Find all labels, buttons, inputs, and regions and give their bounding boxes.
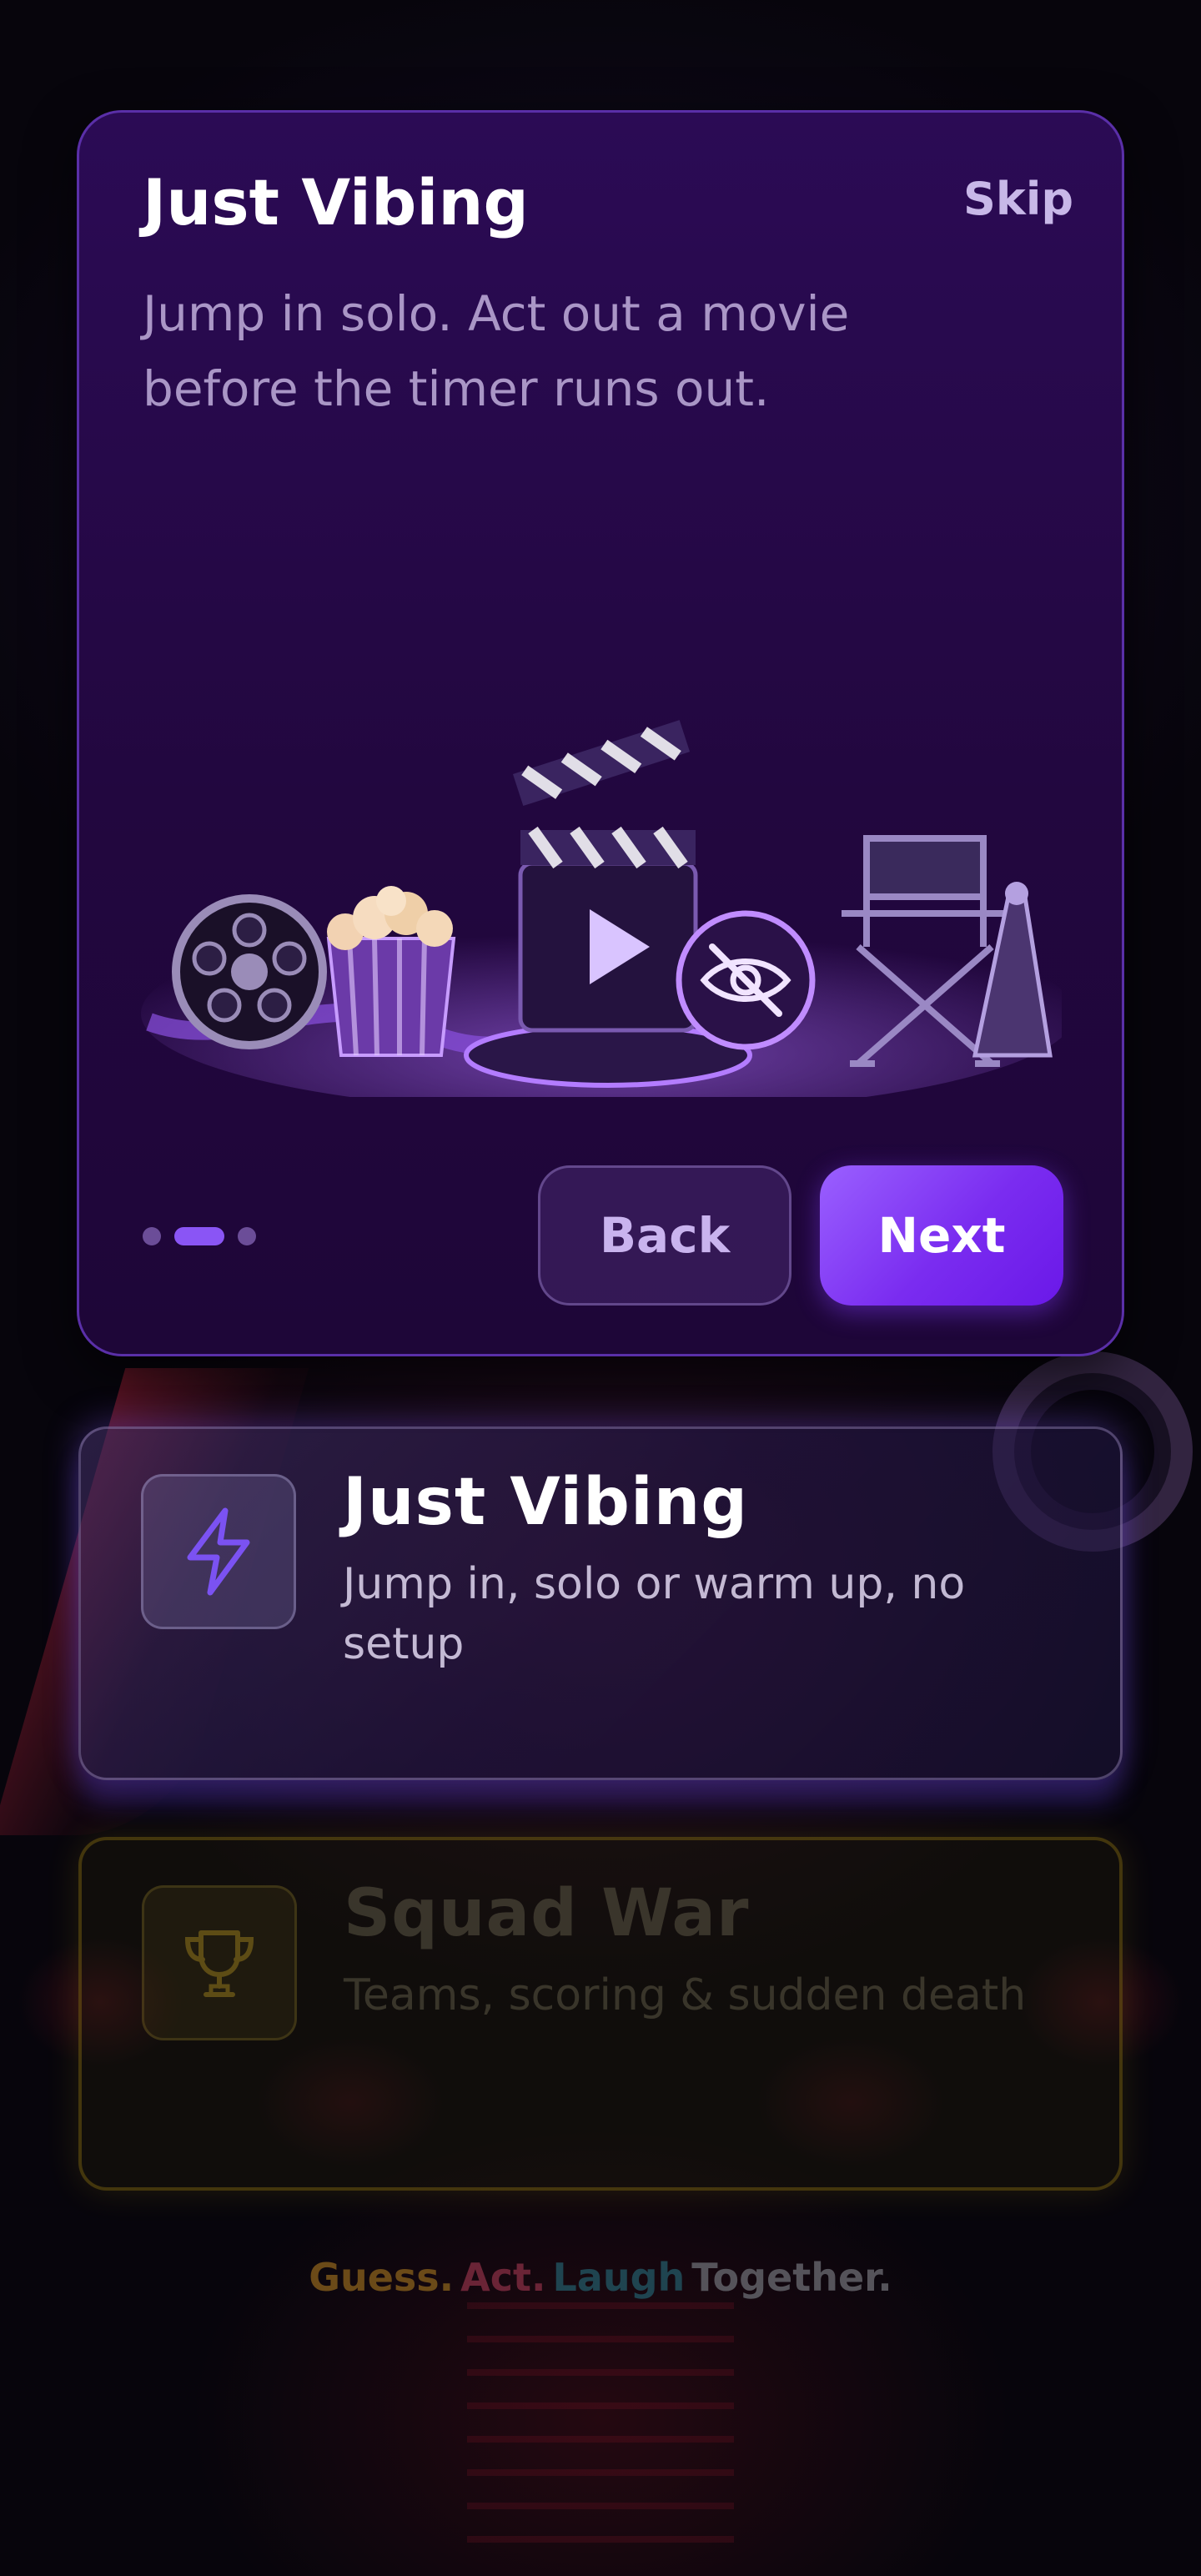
back-button[interactable]: Back	[538, 1165, 791, 1306]
tagline-word-guess: Guess.	[309, 2255, 455, 2300]
mode-card-just-vibing[interactable]: Just Vibing Jump in, solo or warm up, no…	[78, 1426, 1123, 1780]
mode-title: Just Vibing	[343, 1465, 749, 1540]
tagline-word-together: Together.	[691, 2255, 892, 2300]
popcorn-bucket	[326, 886, 456, 1057]
step-dot	[238, 1227, 256, 1245]
mode-description: Jump in, solo or warm up, no setup	[343, 1559, 966, 1669]
eye-off-badge	[676, 910, 816, 1050]
clapperboard	[512, 720, 698, 1033]
film-reel	[172, 894, 327, 1049]
lightning-icon	[141, 1474, 296, 1629]
aisle-lights-decoration	[467, 2302, 734, 2569]
app-screen: Just Vibing Jump in, solo or warm up, no…	[0, 0, 1201, 2576]
tagline-word-laugh: Laugh	[552, 2255, 686, 2300]
mode-card-squad-war[interactable]: Squad War Teams, scoring & sudden death	[78, 1837, 1123, 2191]
step-indicator	[143, 1227, 269, 1245]
step-dot	[143, 1227, 161, 1245]
dialog-title: Just Vibing	[143, 165, 529, 239]
tagline-word-act: Act.	[460, 2255, 546, 2300]
mode-text: Squad War Teams, scoring & sudden death	[344, 1874, 1026, 2025]
trophy-icon	[142, 1885, 297, 2040]
skip-button[interactable]: Skip	[963, 168, 1073, 231]
tagline: Guess. Act. Laugh Together.	[0, 2252, 1201, 2302]
mode-text: Just Vibing Jump in, solo or warm up, no…	[343, 1462, 1077, 1674]
step-dot-active	[174, 1227, 224, 1245]
dialog-description: Jump in solo. Act out a movie before the…	[143, 285, 850, 417]
mode-description: Teams, scoring & sudden death	[344, 1970, 1027, 2020]
movie-props-illustration	[141, 720, 1062, 1097]
mode-title: Squad War	[344, 1876, 750, 1951]
next-button[interactable]: Next	[820, 1165, 1063, 1306]
onboarding-dialog: Just Vibing Skip Jump in solo. Act out a…	[77, 110, 1124, 1356]
